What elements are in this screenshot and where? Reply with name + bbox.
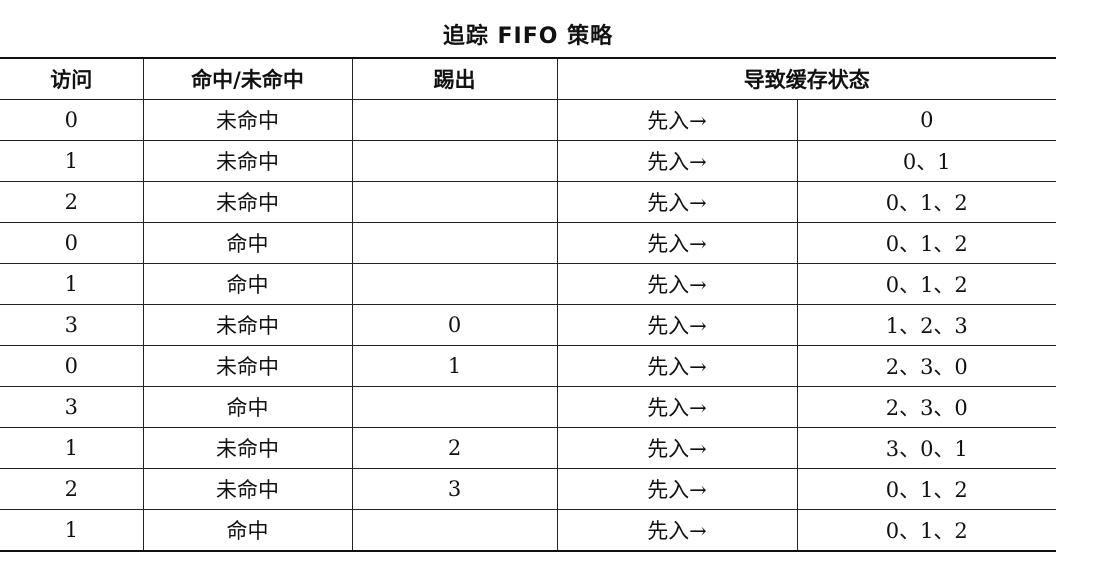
cell-evict: 3 (351, 468, 557, 510)
cell-evict (351, 222, 557, 264)
cell-hit-miss: 未命中 (142, 427, 352, 469)
table-row: 0 命中 先入→ 0、1、2 (0, 222, 1056, 264)
cell-cache-state: 0、1、2 (796, 222, 1056, 264)
cell-state-label: 先入→ (556, 99, 797, 141)
cell-cache-state: 0、1、2 (796, 263, 1056, 305)
table-row: 2 未命中 3 先入→ 0、1、2 (0, 468, 1056, 510)
cell-cache-state: 0、1 (796, 140, 1056, 182)
cell-evict: 2 (351, 427, 557, 469)
cell-access: 1 (0, 427, 143, 469)
cell-state-label: 先入→ (556, 386, 797, 428)
cell-access: 1 (0, 263, 143, 305)
header-row: 访问 命中/未命中 踢出 导致缓存状态 (0, 57, 1056, 100)
cell-evict (351, 181, 557, 223)
table-row: 1 未命中 2 先入→ 3、0、1 (0, 427, 1056, 469)
cell-hit-miss: 命中 (142, 509, 352, 552)
cell-cache-state: 2、3、0 (796, 345, 1056, 387)
cell-hit-miss: 命中 (142, 386, 352, 428)
cell-state-label: 先入→ (556, 263, 797, 305)
header-evict: 踢出 (351, 57, 557, 100)
cell-evict (351, 509, 557, 552)
table-row: 1 命中 先入→ 0、1、2 (0, 509, 1056, 552)
cell-cache-state: 0、1、2 (796, 509, 1056, 552)
cell-cache-state: 0、1、2 (796, 181, 1056, 223)
table-row: 1 未命中 先入→ 0、1 (0, 140, 1056, 182)
cell-access: 3 (0, 304, 143, 346)
cell-cache-state: 2、3、0 (796, 386, 1056, 428)
cell-hit-miss: 未命中 (142, 468, 352, 510)
table-row: 2 未命中 先入→ 0、1、2 (0, 181, 1056, 223)
cell-state-label: 先入→ (556, 427, 797, 469)
cell-access: 1 (0, 509, 143, 552)
table-row: 0 未命中 先入→ 0 (0, 99, 1056, 141)
cell-evict (351, 263, 557, 305)
cell-access: 2 (0, 181, 143, 223)
table-row: 1 命中 先入→ 0、1、2 (0, 263, 1056, 305)
cell-hit-miss: 未命中 (142, 181, 352, 223)
cell-hit-miss: 未命中 (142, 304, 352, 346)
table-caption: 追踪 FIFO 策略 (442, 24, 614, 49)
cell-access: 0 (0, 222, 143, 264)
table-body: 0 未命中 先入→ 0 1 未命中 先入→ 0、1 2 未命中 先入→ 0、1、2 0 命中 先入→ 0、1、… (0, 99, 1056, 552)
table-row: 3 未命中 0 先入→ 1、2、3 (0, 304, 1056, 346)
cell-access: 3 (0, 386, 143, 428)
cell-access: 0 (0, 99, 143, 141)
cell-hit-miss: 未命中 (142, 140, 352, 182)
cell-cache-state: 1、2、3 (796, 304, 1056, 346)
table-row: 3 命中 先入→ 2、3、0 (0, 386, 1056, 428)
cell-access: 2 (0, 468, 143, 510)
cell-hit-miss: 未命中 (142, 345, 352, 387)
cell-hit-miss: 未命中 (142, 99, 352, 141)
cell-state-label: 先入→ (556, 345, 797, 387)
cell-evict: 0 (351, 304, 557, 346)
cell-access: 1 (0, 140, 143, 182)
header-access: 访问 (0, 57, 143, 100)
cell-hit-miss: 命中 (142, 263, 352, 305)
cell-access: 0 (0, 345, 143, 387)
cell-state-label: 先入→ (556, 509, 797, 552)
cell-cache-state: 0 (796, 99, 1056, 141)
cell-evict (351, 140, 557, 182)
header-hit-miss: 命中/未命中 (142, 57, 352, 100)
table-row: 0 未命中 1 先入→ 2、3、0 (0, 345, 1056, 387)
cell-state-label: 先入→ (556, 140, 797, 182)
cell-state-label: 先入→ (556, 181, 797, 223)
fifo-trace-table: 访问 命中/未命中 踢出 导致缓存状态 0 未命中 先入→ 0 1 未命中 先入→ 0、1 2 未… (0, 57, 1056, 552)
cell-state-label: 先入→ (556, 222, 797, 264)
cell-evict (351, 99, 557, 141)
cell-state-label: 先入→ (556, 304, 797, 346)
cell-cache-state: 3、0、1 (796, 427, 1056, 469)
cell-evict: 1 (351, 345, 557, 387)
cell-evict (351, 386, 557, 428)
cell-cache-state: 0、1、2 (796, 468, 1056, 510)
cell-hit-miss: 命中 (142, 222, 352, 264)
cell-state-label: 先入→ (556, 468, 797, 510)
header-cache-state: 导致缓存状态 (556, 57, 1056, 100)
